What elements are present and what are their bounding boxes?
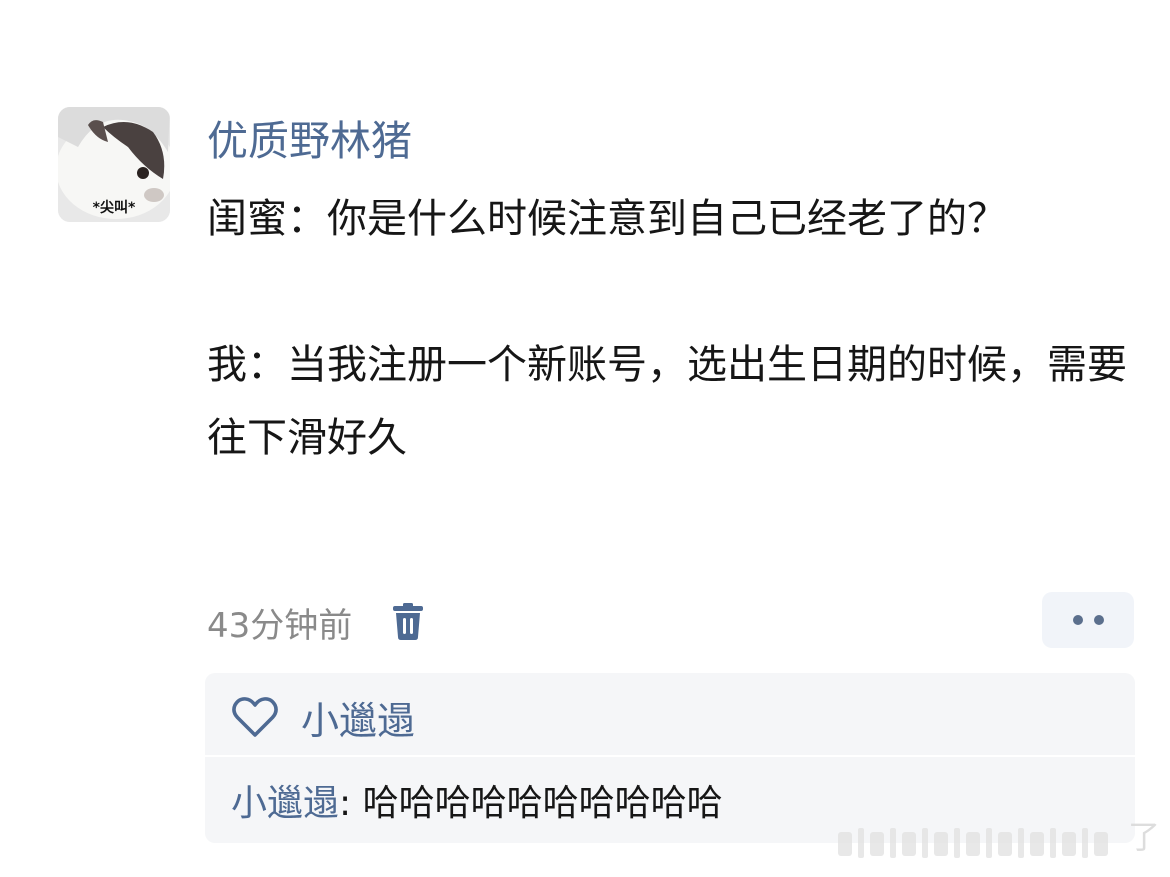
watermark-graphic [838, 828, 1108, 858]
heart-outline-icon [232, 697, 278, 737]
more-dots-icon [1093, 615, 1104, 625]
post-paragraph: 我：当我注册一个新账号，选出生日期的时候，需要往下滑好久 [207, 342, 1127, 461]
post-paragraph: 闺蜜：你是什么时候注意到自己已经老了的？ [207, 196, 1007, 242]
post-body: 闺蜜：你是什么时候注意到自己已经老了的？ 我：当我注册一个新账号，选出生日期的时… [207, 183, 1137, 475]
likes-row: 小邋遢 [231, 689, 415, 745]
reply-separator: : [339, 783, 363, 824]
post-meta: 43分钟前 [207, 598, 428, 646]
divider [205, 755, 1135, 757]
reply-text: 哈哈哈哈哈哈哈哈哈哈 [362, 783, 723, 824]
post-timestamp: 43分钟前 [207, 605, 353, 646]
more-dots-icon [1072, 615, 1083, 625]
like-button[interactable] [231, 693, 279, 741]
watermark: 了 [838, 818, 1168, 870]
liker-name[interactable]: 小邋遢 [301, 690, 415, 745]
post-username[interactable]: 优质野林猪 [207, 113, 412, 169]
reply-item: 小邋遢: 哈哈哈哈哈哈哈哈哈哈 [231, 779, 723, 829]
avatar-caption: *尖叫* [92, 200, 136, 216]
reply-author[interactable]: 小邋遢 [231, 783, 339, 824]
delete-button[interactable] [388, 600, 428, 644]
avatar[interactable]: *尖叫* [58, 107, 170, 222]
more-options-button[interactable] [1042, 592, 1134, 648]
trash-icon [393, 603, 424, 640]
watermark-text: 了 [1127, 818, 1160, 856]
